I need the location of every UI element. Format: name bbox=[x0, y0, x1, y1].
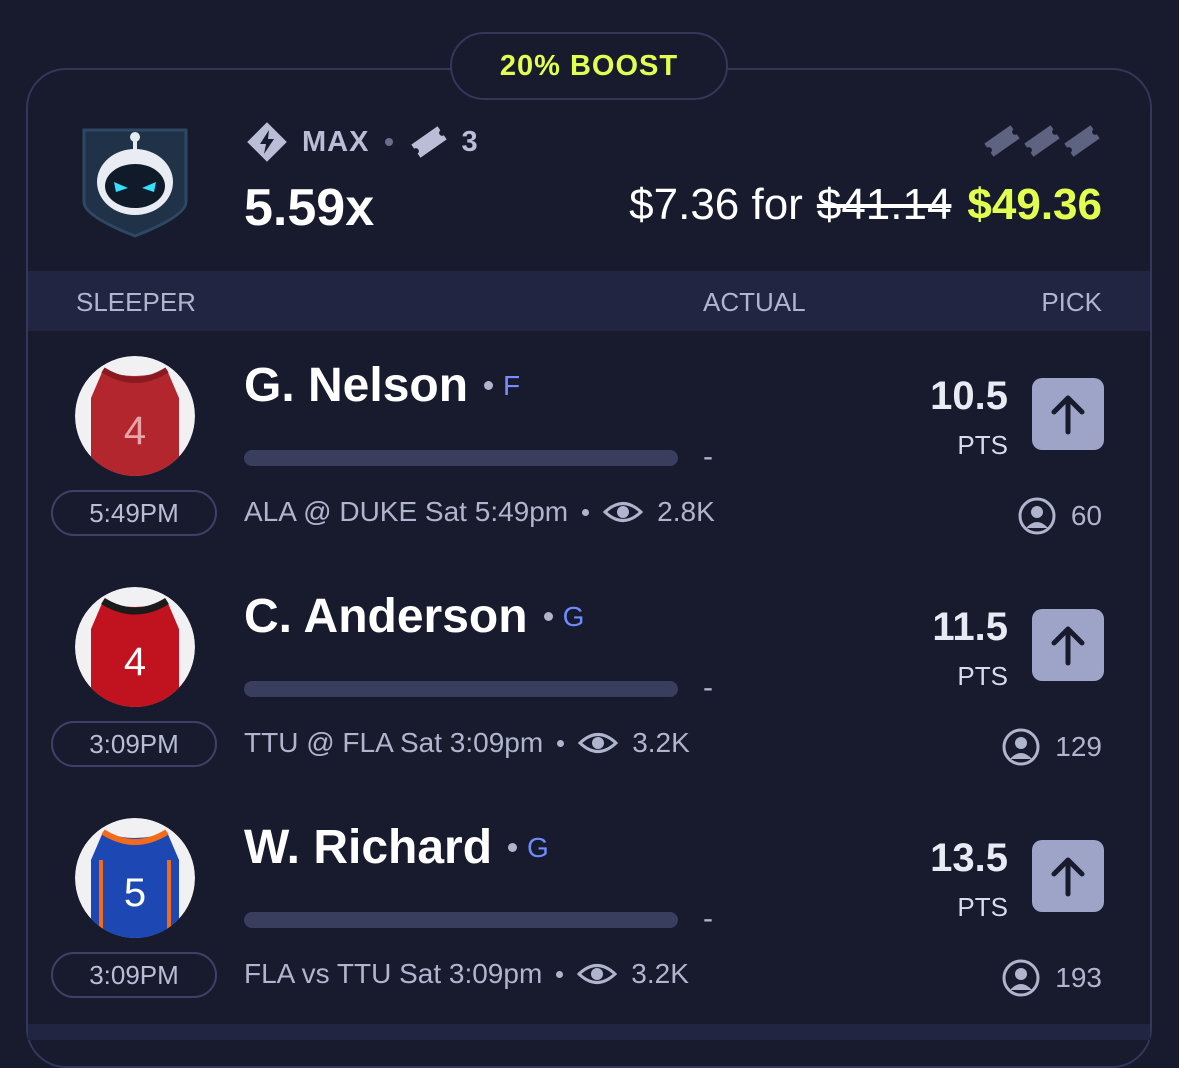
user-icon bbox=[1002, 728, 1040, 766]
projection-line: 10.5 bbox=[930, 374, 1008, 418]
boost-badge: 20% BOOST bbox=[450, 32, 728, 100]
pick-row[interactable]: 4 3:09PM C. Anderson G - TTU @ FLA Sat 3… bbox=[0, 587, 1179, 818]
game-time: 3:09PM bbox=[89, 959, 179, 990]
game-info: TTU @ FLA Sat 3:09pm 3.2K bbox=[244, 727, 690, 759]
projection-line: 11.5 bbox=[932, 605, 1008, 649]
legs-count: 3 bbox=[461, 125, 478, 158]
progress-bar bbox=[244, 912, 678, 928]
separator-dot bbox=[543, 612, 553, 621]
game-time-pill: 3:09PM bbox=[51, 952, 217, 998]
pickers-value: 193 bbox=[1055, 962, 1102, 993]
stat-type: PTS bbox=[957, 892, 1008, 922]
player-name-line: C. Anderson G bbox=[244, 589, 584, 644]
entry-meta: MAX 3 bbox=[244, 118, 478, 166]
column-actual: ACTUAL bbox=[703, 287, 806, 317]
player-name: W. Richard bbox=[244, 821, 493, 874]
eye-icon bbox=[578, 733, 619, 753]
original-payout: $41.14 bbox=[816, 180, 952, 229]
matchup: FLA vs TTU Sat 3:09pm bbox=[244, 958, 543, 989]
pick-row[interactable]: 5 3:09PM W. Richard G - FLA vs TTU Sat 3… bbox=[0, 818, 1179, 1049]
pickers-count: 129 bbox=[1001, 727, 1102, 767]
separator-dot bbox=[582, 508, 590, 516]
pick-over-button[interactable] bbox=[1032, 609, 1104, 681]
player-avatar-jersey: 5 bbox=[75, 818, 195, 938]
payout-multiplier: 5.59x bbox=[244, 179, 375, 237]
player-avatar-jersey: 4 bbox=[75, 356, 195, 476]
jersey-number: 5 bbox=[124, 871, 146, 915]
eye-icon bbox=[603, 502, 644, 522]
payout-line: $7.36 for $41.14 $49.36 bbox=[629, 180, 1102, 230]
pickers-count: 193 bbox=[1001, 958, 1102, 998]
player-avatar-jersey: 4 bbox=[75, 587, 195, 707]
user-icon bbox=[1002, 959, 1040, 997]
boost-label: 20% BOOST bbox=[499, 49, 679, 82]
progress-bar bbox=[244, 450, 678, 466]
footer-strip bbox=[28, 1024, 1150, 1040]
arrow-up-icon bbox=[1051, 857, 1085, 897]
column-sleeper: SLEEPER bbox=[76, 287, 196, 317]
column-pick: PICK bbox=[1041, 287, 1102, 317]
jersey-number: 4 bbox=[124, 409, 146, 453]
view-count: 2.8K bbox=[657, 496, 715, 527]
arrow-up-icon bbox=[1051, 626, 1085, 666]
progress-bar bbox=[244, 681, 678, 697]
pickers-value: 129 bbox=[1055, 731, 1102, 762]
jersey-number: 4 bbox=[124, 640, 146, 684]
separator-dot bbox=[556, 970, 564, 978]
stat-type: PTS bbox=[957, 661, 1008, 691]
actual-value: - bbox=[703, 440, 713, 473]
tier-label: MAX bbox=[302, 125, 370, 158]
game-info: ALA @ DUKE Sat 5:49pm 2.8K bbox=[244, 496, 715, 528]
actual-value: - bbox=[703, 902, 713, 935]
view-count: 3.2K bbox=[632, 727, 690, 758]
player-name-line: W. Richard G bbox=[244, 820, 549, 875]
separator-dot bbox=[508, 843, 518, 852]
pick-row[interactable]: 4 5:49PM G. Nelson F - ALA @ DUKE Sat 5:… bbox=[0, 356, 1179, 587]
player-position: F bbox=[503, 369, 521, 401]
separator-dot bbox=[385, 138, 394, 146]
column-header: SLEEPER ACTUAL PICK bbox=[28, 271, 1150, 331]
actual-value: - bbox=[703, 671, 713, 704]
projection-line: 13.5 bbox=[930, 836, 1008, 880]
boosted-payout: $49.36 bbox=[967, 180, 1102, 229]
player-name-line: G. Nelson F bbox=[244, 358, 520, 413]
arrow-up-icon bbox=[1051, 395, 1085, 435]
view-count: 3.2K bbox=[631, 958, 689, 989]
separator-dot bbox=[484, 381, 494, 390]
ticket-icon bbox=[411, 126, 448, 158]
player-position: G bbox=[527, 831, 549, 863]
game-time: 5:49PM bbox=[89, 497, 179, 528]
stake-text: $7.36 for bbox=[629, 180, 803, 229]
player-name: G. Nelson bbox=[244, 359, 469, 412]
pickers-count: 60 bbox=[1017, 496, 1102, 536]
game-time-pill: 5:49PM bbox=[51, 490, 217, 536]
lightning-icon bbox=[247, 122, 287, 162]
game-info: FLA vs TTU Sat 3:09pm 3.2K bbox=[244, 958, 689, 990]
robot-mascot-icon bbox=[82, 128, 188, 238]
stat-type: PTS bbox=[957, 430, 1008, 460]
game-time: 3:09PM bbox=[89, 728, 179, 759]
matchup: ALA @ DUKE Sat 5:49pm bbox=[244, 496, 569, 527]
matchup: TTU @ FLA Sat 3:09pm bbox=[244, 727, 544, 758]
player-name: C. Anderson bbox=[244, 590, 528, 643]
user-icon bbox=[1018, 497, 1056, 535]
tickets-icon bbox=[984, 125, 1100, 157]
separator-dot bbox=[557, 739, 565, 747]
pickers-value: 60 bbox=[1070, 500, 1102, 531]
player-position: G bbox=[562, 600, 585, 632]
eye-icon bbox=[577, 964, 618, 984]
pick-over-button[interactable] bbox=[1032, 840, 1104, 912]
game-time-pill: 3:09PM bbox=[51, 721, 217, 767]
pick-over-button[interactable] bbox=[1032, 378, 1104, 450]
